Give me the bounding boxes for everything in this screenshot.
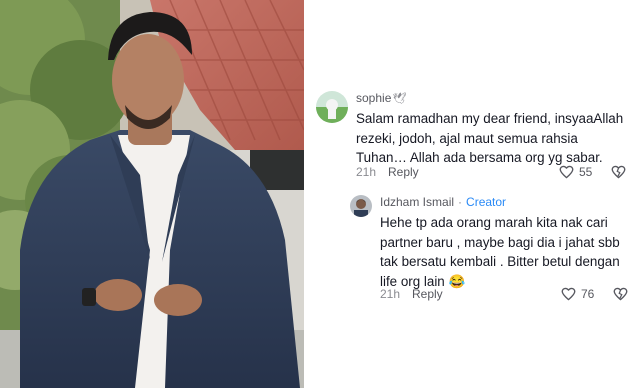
dislike-button[interactable] bbox=[613, 287, 628, 301]
dove-icon: 🕊 bbox=[392, 92, 407, 105]
dislike-button[interactable] bbox=[611, 165, 626, 179]
avatar-image bbox=[316, 91, 348, 123]
comment-author[interactable]: Idzham Ismail bbox=[380, 195, 454, 209]
comment-text: Hehe tp ada orang marah kita nak cari pa… bbox=[380, 215, 620, 289]
post-photo bbox=[0, 0, 304, 388]
like-button[interactable]: 55 bbox=[559, 165, 601, 179]
comments-panel: sophie 🕊 Salam ramadhan my dear friend, … bbox=[304, 0, 630, 388]
avatar[interactable] bbox=[316, 91, 348, 123]
broken-heart-icon bbox=[611, 165, 626, 179]
reply-button[interactable]: Reply bbox=[412, 287, 443, 301]
like-count: 76 bbox=[581, 287, 595, 301]
avatar[interactable] bbox=[350, 195, 372, 217]
like-count: 55 bbox=[579, 165, 593, 179]
man-in-blazer-image bbox=[0, 0, 304, 388]
like-button[interactable]: 76 bbox=[561, 287, 603, 301]
separator-dot: · bbox=[458, 195, 463, 209]
creator-badge: Creator bbox=[466, 195, 507, 209]
reply-button[interactable]: Reply bbox=[388, 165, 419, 179]
heart-icon bbox=[561, 287, 576, 301]
comment-text: Salam ramadhan my dear friend, insyaaAll… bbox=[356, 111, 624, 166]
heart-icon bbox=[559, 165, 574, 179]
broken-heart-icon bbox=[613, 287, 628, 301]
comment-time: 21h bbox=[380, 287, 401, 301]
comment-time: 21h bbox=[356, 165, 377, 179]
avatar-image bbox=[350, 195, 372, 217]
comment-author[interactable]: sophie bbox=[356, 91, 391, 105]
